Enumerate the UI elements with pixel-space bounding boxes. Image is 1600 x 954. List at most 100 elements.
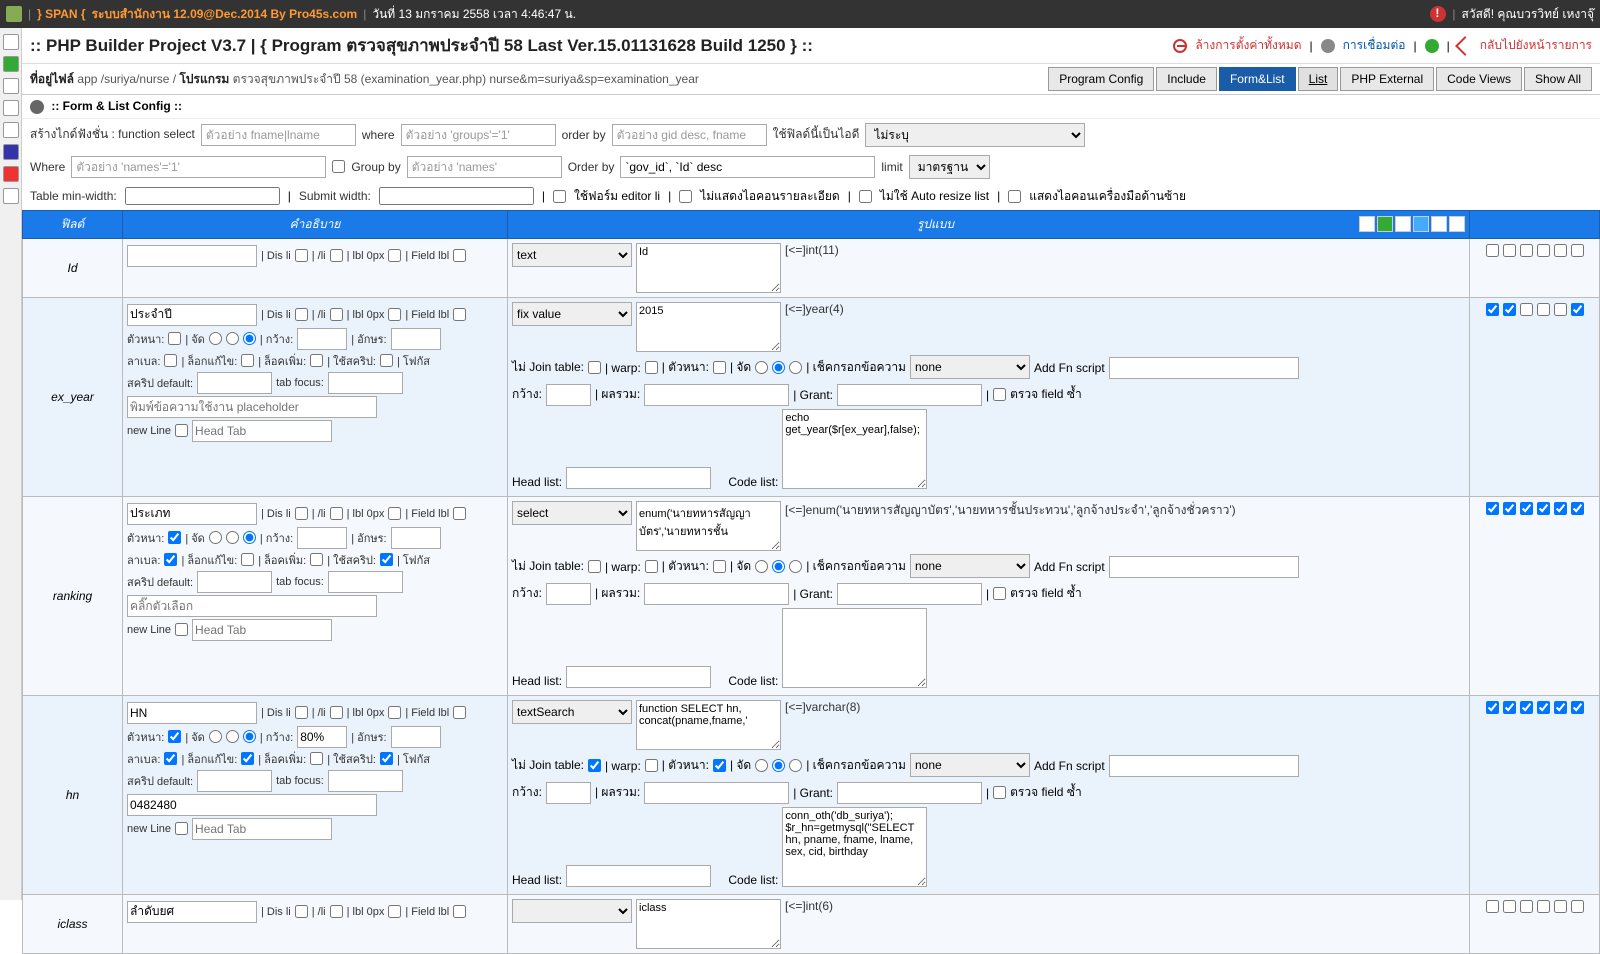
- falign-3[interactable]: [789, 361, 802, 374]
- row-check-2[interactable]: [1520, 701, 1533, 714]
- checkdata-select[interactable]: none: [910, 753, 1030, 777]
- width-input[interactable]: [297, 726, 347, 748]
- opt2-check[interactable]: [679, 190, 692, 203]
- row-check-5[interactable]: [1571, 701, 1584, 714]
- lockedit-check[interactable]: [241, 553, 254, 566]
- type-text[interactable]: iclass: [636, 899, 781, 949]
- type-select[interactable]: textSearch: [512, 700, 632, 724]
- newline-check[interactable]: [175, 822, 188, 835]
- disli-check[interactable]: [295, 905, 308, 918]
- headtab-input[interactable]: [192, 420, 332, 442]
- type-text[interactable]: 2015: [636, 302, 781, 352]
- disli-check[interactable]: [295, 507, 308, 520]
- fieldlbl-check[interactable]: [453, 249, 466, 262]
- row-check-1[interactable]: [1503, 244, 1516, 257]
- chars-input[interactable]: [391, 527, 441, 549]
- grid-tool-3[interactable]: [1395, 216, 1411, 232]
- row-check-4[interactable]: [1554, 701, 1567, 714]
- fieldlbl-check[interactable]: [453, 706, 466, 719]
- row-check-0[interactable]: [1486, 244, 1499, 257]
- field-title-input[interactable]: [127, 503, 257, 525]
- lockadd-check[interactable]: [310, 553, 323, 566]
- fbold-check[interactable]: [713, 361, 726, 374]
- toolbar-icon-6[interactable]: [3, 144, 19, 160]
- type-select[interactable]: select: [512, 501, 632, 525]
- headtab-input[interactable]: [192, 818, 332, 840]
- row-check-5[interactable]: [1571, 502, 1584, 515]
- limit-select[interactable]: มาตรฐาน: [909, 155, 990, 179]
- label-check[interactable]: [164, 354, 177, 367]
- row-check-2[interactable]: [1520, 900, 1533, 913]
- sli-check[interactable]: [330, 905, 343, 918]
- submit-input[interactable]: [379, 187, 534, 205]
- type-text[interactable]: enum('นายทหารสัญญาบัตร','นายทหารชั้น: [636, 501, 781, 551]
- row-check-2[interactable]: [1520, 303, 1533, 316]
- grid-tool-2[interactable]: [1377, 216, 1393, 232]
- row-check-5[interactable]: [1571, 900, 1584, 913]
- fn-select-input[interactable]: [201, 124, 356, 146]
- grid-tool-6[interactable]: [1449, 216, 1465, 232]
- falign-3[interactable]: [789, 560, 802, 573]
- grid-tool-4[interactable]: [1413, 216, 1429, 232]
- nojoin-check[interactable]: [588, 759, 601, 772]
- lockedit-check[interactable]: [241, 752, 254, 765]
- width-input[interactable]: [297, 328, 347, 350]
- sum-input[interactable]: [644, 583, 789, 605]
- align-radio-2[interactable]: [226, 332, 239, 345]
- sum-input[interactable]: [644, 782, 789, 804]
- where-input[interactable]: [401, 124, 556, 146]
- opt4-check[interactable]: [1008, 190, 1021, 203]
- toolbar-icon-4[interactable]: [3, 100, 19, 116]
- disli-check[interactable]: [295, 308, 308, 321]
- headlist-input[interactable]: [566, 467, 711, 489]
- lbl0-check[interactable]: [388, 507, 401, 520]
- disli-check[interactable]: [295, 706, 308, 719]
- checkdup-check[interactable]: [993, 786, 1006, 799]
- field-title-input[interactable]: [127, 304, 257, 326]
- row-check-3[interactable]: [1537, 244, 1550, 257]
- fbold-check[interactable]: [713, 560, 726, 573]
- type-select[interactable]: fix value: [512, 302, 632, 326]
- tab-code[interactable]: Code Views: [1436, 67, 1522, 91]
- headlist-input[interactable]: [566, 865, 711, 887]
- row-check-4[interactable]: [1554, 900, 1567, 913]
- alert-icon[interactable]: [1430, 6, 1446, 22]
- row-check-4[interactable]: [1554, 303, 1567, 316]
- orderby-input[interactable]: [612, 124, 767, 146]
- back-link[interactable]: กลับไปยังหน้ารายการ: [1480, 36, 1592, 55]
- grant-input[interactable]: [837, 583, 982, 605]
- row-check-4[interactable]: [1554, 244, 1567, 257]
- sli-check[interactable]: [330, 706, 343, 719]
- align-radio-2[interactable]: [226, 531, 239, 544]
- scriptdef-input[interactable]: [197, 372, 272, 394]
- falign-2[interactable]: [772, 759, 785, 772]
- script-check[interactable]: [380, 354, 393, 367]
- row-check-0[interactable]: [1486, 303, 1499, 316]
- falign-3[interactable]: [789, 759, 802, 772]
- label-check[interactable]: [164, 752, 177, 765]
- sli-check[interactable]: [330, 249, 343, 262]
- tabfocus-input[interactable]: [328, 770, 403, 792]
- row-check-3[interactable]: [1537, 900, 1550, 913]
- checkdata-select[interactable]: none: [910, 355, 1030, 379]
- codelist-text[interactable]: conn_oth('db_suriya'); $r_hn=getmysql("S…: [782, 807, 927, 887]
- headlist-input[interactable]: [566, 666, 711, 688]
- sum-input[interactable]: [644, 384, 789, 406]
- warp-check[interactable]: [645, 759, 658, 772]
- groupby-input[interactable]: [407, 156, 562, 178]
- type-select[interactable]: [512, 899, 632, 923]
- row-check-1[interactable]: [1503, 900, 1516, 913]
- toolbar-icon-7[interactable]: [3, 166, 19, 182]
- row-check-3[interactable]: [1537, 701, 1550, 714]
- opt3-check[interactable]: [859, 190, 872, 203]
- warp-check[interactable]: [645, 361, 658, 374]
- tabfocus-input[interactable]: [328, 372, 403, 394]
- fwidth-input[interactable]: [546, 384, 591, 406]
- toolbar-icon-2[interactable]: [3, 56, 19, 72]
- fbold-check[interactable]: [713, 759, 726, 772]
- newline-check[interactable]: [175, 424, 188, 437]
- row-check-3[interactable]: [1537, 303, 1550, 316]
- placeholder-input[interactable]: [127, 794, 377, 816]
- align-radio-1[interactable]: [209, 332, 222, 345]
- refresh-icon[interactable]: [1425, 39, 1439, 53]
